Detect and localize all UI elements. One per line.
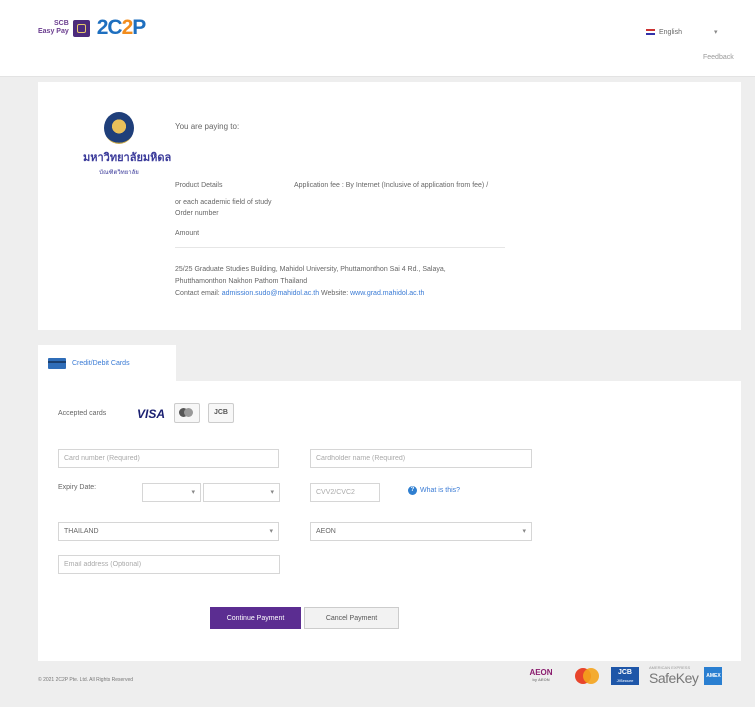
jcb-logo-sub: J/Secure [616, 678, 634, 683]
mastercard-logo-icon [174, 403, 200, 423]
product-details-value: Application fee : By Internet (Inclusive… [294, 182, 489, 189]
help-icon: ? [408, 486, 417, 495]
amount-label: Amount [175, 230, 200, 237]
divider [175, 247, 505, 248]
paying-to-label: You are paying to: [175, 122, 240, 131]
contact-line: Contact email: admission.sudo@mahidol.ac… [175, 290, 424, 297]
cardholder-name-field[interactable] [310, 449, 532, 468]
address-line-2: Phutthamonthon Nakhon Pathom Thailand [175, 278, 308, 285]
card-number-field[interactable] [58, 449, 279, 468]
order-number-label: Order number [175, 210, 219, 217]
language-selector[interactable]: English ▾ [646, 28, 717, 36]
2c2p-logo-part-b: 2 [121, 16, 134, 39]
country-value: THAILAND [64, 528, 99, 535]
merchant-info-card: มหาวิทยาลัยมหิดล บัณฑิตวิทยาลัย You are … [38, 82, 741, 330]
credit-card-icon [48, 357, 66, 369]
chevron-down-icon: ▾ [522, 528, 526, 535]
copyright-text: © 2021 2C2P Pte. Ltd. All Rights Reserve… [38, 677, 134, 683]
continue-payment-button[interactable]: Continue Payment [210, 607, 301, 629]
country-select[interactable]: THAILAND ▾ [58, 522, 279, 541]
card-number-input[interactable] [64, 450, 278, 467]
website-label: Website: [321, 290, 349, 297]
expiry-date-label: Expiry Date: [58, 484, 97, 491]
tab-label: Credit/Debit Cards [72, 359, 130, 367]
scb-easypay: Easy Pay [38, 28, 69, 35]
email-input[interactable] [64, 556, 279, 573]
cancel-payment-button[interactable]: Cancel Payment [304, 607, 399, 629]
scb-logo-text: SCB Easy Pay [38, 20, 69, 36]
jcb-jsecure-logo: JCB J/Secure [611, 667, 639, 685]
product-details-cont: or each academic field of study [175, 199, 272, 206]
brand-logos: SCB Easy Pay 2C2P [38, 16, 147, 40]
payment-form: Accepted cards VISA JCB Expiry Date: ▾ ▾… [38, 381, 741, 661]
aeon-logo: AEON by AEON [525, 669, 557, 683]
chevron-down-icon: ▾ [713, 29, 718, 36]
safekey-text: SafeKey [649, 670, 699, 686]
university-logo: มหาวิทยาลัยมหิดล บัณฑิตวิทยาลัย [83, 112, 172, 177]
jcb-logo-text: JCB [617, 669, 632, 676]
uk-flag-icon [646, 29, 655, 35]
payment-security-logos: AEON by AEON JCB J/Secure AMERICAN EXPRE… [525, 666, 723, 687]
chevron-down-icon: ▾ [191, 489, 195, 496]
jcb-logo: JCB [208, 403, 234, 423]
mastercard-securecode-icon [575, 668, 599, 684]
what-is-this-label: What is this? [420, 487, 461, 494]
tab-credit-debit-cards[interactable]: Credit/Debit Cards [38, 345, 176, 381]
contact-email-link[interactable]: admission.sudo@mahidol.ac.th [222, 290, 319, 297]
university-name: มหาวิทยาลัยมหิดล [83, 152, 172, 164]
expiry-month-select[interactable]: ▾ [142, 483, 201, 502]
feedback-link[interactable]: Feedback [703, 54, 734, 61]
product-details-label: Product Details [175, 182, 223, 189]
website-link[interactable]: www.grad.mahidol.ac.th [350, 290, 424, 297]
cardholder-name-input[interactable] [316, 450, 531, 467]
scb-name: SCB [53, 20, 69, 27]
2c2p-logo: 2C2P [96, 16, 147, 40]
what-is-this-link[interactable]: ? What is this? [408, 486, 460, 495]
issuing-bank-select[interactable]: AEON ▾ [310, 522, 532, 541]
language-label: English [659, 28, 682, 36]
cvv-field[interactable] [310, 483, 380, 502]
scb-logo-icon [72, 19, 90, 37]
accepted-cards-label: Accepted cards [58, 410, 107, 417]
address-line-1: 25/25 Graduate Studies Building, Mahidol… [175, 266, 446, 273]
top-bar: SCB Easy Pay 2C2P English ▾ Feedback [0, 0, 755, 77]
2c2p-logo-part-c: P [132, 16, 146, 39]
contact-email-label: Contact email: [175, 290, 220, 297]
visa-logo: VISA [137, 407, 166, 421]
bank-value: AEON [316, 528, 336, 535]
university-sub-name: บัณฑิตวิทยาลัย [99, 170, 139, 176]
chevron-down-icon: ▾ [269, 528, 273, 535]
university-seal-icon [104, 112, 134, 144]
amex-logo: AMEX [704, 667, 723, 685]
expiry-year-select[interactable]: ▾ [203, 483, 280, 502]
aeon-logo-sub: by AEON [532, 677, 550, 682]
amex-safekey-logo: AMERICAN EXPRESS SafeKey [649, 666, 699, 687]
email-field[interactable] [58, 555, 280, 574]
cvv-input[interactable] [316, 484, 379, 501]
chevron-down-icon: ▾ [270, 489, 274, 496]
2c2p-logo-part-a: 2C [96, 16, 123, 39]
